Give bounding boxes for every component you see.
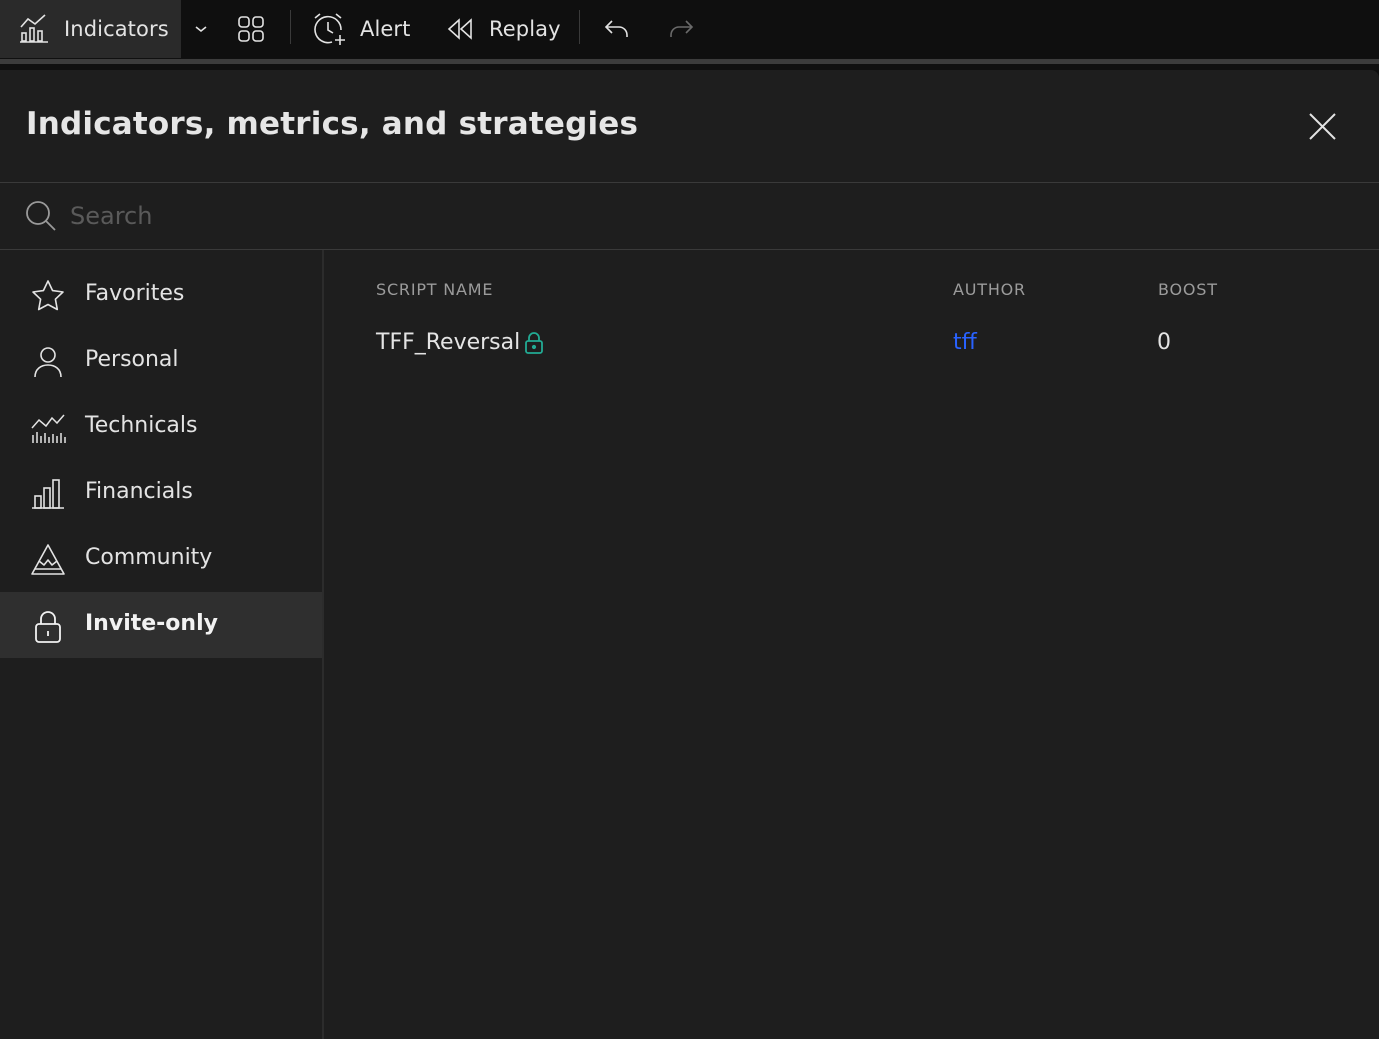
header-divider xyxy=(0,182,1379,183)
chevron-down-icon xyxy=(194,24,208,34)
sidebar-item-financials[interactable]: Financials xyxy=(0,460,322,526)
alarm-clock-plus-icon xyxy=(312,11,348,47)
indicators-label: Indicators xyxy=(64,17,169,41)
sidebar-item-personal[interactable]: Personal xyxy=(0,328,322,394)
sidebar-item-label: Technicals xyxy=(85,413,198,438)
sidebar-item-invite-only[interactable]: Invite-only xyxy=(0,592,322,658)
sidebar-divider xyxy=(322,250,324,1039)
table-row[interactable]: TFF_Reversal tff 0 xyxy=(324,322,1379,364)
layout-grid-button[interactable] xyxy=(236,0,268,58)
lock-icon xyxy=(524,331,544,355)
indicators-dialog: Indicators, metrics, and strategies Favo… xyxy=(0,70,1379,1039)
user-icon xyxy=(30,344,66,380)
grid-icon xyxy=(236,14,266,44)
boost-count: 0 xyxy=(1157,330,1171,355)
indicators-button[interactable]: Indicators xyxy=(0,0,181,58)
toolbar-border xyxy=(0,59,1379,64)
undo-icon xyxy=(603,17,631,41)
alert-button[interactable]: Alert xyxy=(312,0,411,58)
toolbar-divider xyxy=(290,10,291,44)
sidebar-item-label: Community xyxy=(85,545,213,570)
author-link[interactable]: tff xyxy=(953,330,977,355)
sidebar-item-favorites[interactable]: Favorites xyxy=(0,262,322,328)
column-header-boost[interactable]: BOOST xyxy=(1158,280,1218,299)
redo-icon xyxy=(667,17,695,41)
sidebar-item-label: Invite-only xyxy=(85,611,218,636)
sidebar-item-community[interactable]: Community xyxy=(0,526,322,592)
indicators-dropdown-button[interactable] xyxy=(188,0,214,58)
column-header-author[interactable]: AUTHOR xyxy=(953,280,1026,299)
close-button[interactable] xyxy=(1306,110,1339,143)
alert-label: Alert xyxy=(360,17,411,41)
close-icon xyxy=(1306,110,1339,143)
search-icon xyxy=(24,199,58,233)
technicals-chart-icon xyxy=(30,410,66,446)
toolbar-divider xyxy=(579,10,580,44)
column-header-script-name[interactable]: SCRIPT NAME xyxy=(376,280,493,299)
top-toolbar: Indicators Alert Replay xyxy=(0,0,1379,58)
search-input[interactable] xyxy=(70,197,1350,235)
sidebar-item-label: Favorites xyxy=(85,281,185,306)
redo-button[interactable] xyxy=(667,0,695,58)
sidebar-item-label: Financials xyxy=(85,479,193,504)
dialog-title: Indicators, metrics, and strategies xyxy=(26,106,639,142)
rewind-icon xyxy=(445,17,475,41)
replay-label: Replay xyxy=(489,17,561,41)
bar-chart-icon xyxy=(30,476,66,512)
sidebar-item-label: Personal xyxy=(85,347,179,372)
replay-button[interactable]: Replay xyxy=(445,0,561,58)
mountain-icon xyxy=(30,542,66,578)
lock-icon xyxy=(30,608,66,644)
undo-button[interactable] xyxy=(603,0,631,58)
indicators-icon xyxy=(18,13,50,45)
star-icon xyxy=(30,278,66,314)
sidebar-item-technicals[interactable]: Technicals xyxy=(0,394,322,460)
script-name[interactable]: TFF_Reversal xyxy=(376,330,520,355)
category-sidebar: Favorites Personal Technicals Financials… xyxy=(0,250,322,1039)
